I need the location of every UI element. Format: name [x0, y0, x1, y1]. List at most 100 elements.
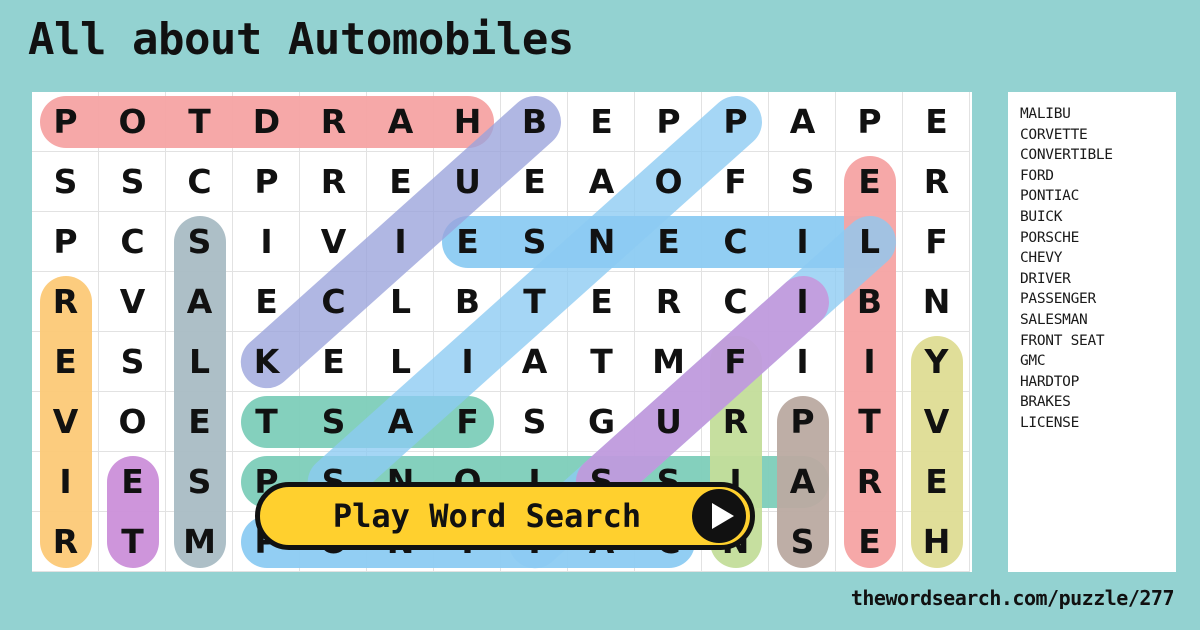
grid-letter: T [188, 102, 211, 141]
grid-letter: F [925, 222, 948, 261]
word-list-item: BUICK [1020, 208, 1063, 225]
grid-letter: N [587, 222, 616, 261]
word-list-item: CORVETTE [1020, 126, 1088, 143]
grid-letter: R [856, 462, 883, 501]
grid-letter: S [120, 342, 145, 381]
word-list-item: HARDTOP [1020, 373, 1080, 390]
grid-letter: T [255, 402, 278, 441]
grid-letter: P [656, 102, 681, 141]
grid-letter: R [722, 402, 749, 441]
grid-letter: G [587, 402, 616, 441]
grid-letter: E [255, 282, 278, 321]
grid-letter: I [863, 342, 876, 381]
grid-letter: N [922, 282, 951, 321]
word-list-item: FORD [1020, 167, 1054, 184]
grid-letter: M [652, 342, 685, 381]
grid-letter: Y [924, 342, 949, 381]
word-list-item: FRONT SEAT [1020, 332, 1105, 349]
word-list-panel: MALIBU CORVETTE CONVERTIBLE FORD PONTIAC BUIC… [1008, 92, 1176, 572]
grid-letter: I [260, 222, 273, 261]
grid-letter: E [858, 522, 881, 561]
grid-letter: L [389, 342, 412, 381]
site-url: thewordsearch.com/puzzle/277 [850, 586, 1175, 610]
grid-letter: O [118, 102, 147, 141]
grid-letter: T [523, 282, 546, 321]
grid-letter: S [522, 402, 547, 441]
grid-letter: C [723, 282, 748, 321]
grid-letter: E [188, 402, 211, 441]
grid-letter: E [54, 342, 77, 381]
grid-letter: F [724, 162, 747, 201]
word-list-item: LICENSE [1020, 414, 1080, 431]
word-list-item: CHEVY [1020, 250, 1063, 267]
grid-letter: E [590, 282, 613, 321]
grid-letter: C [120, 222, 145, 261]
grid-letter: A [387, 402, 414, 441]
grid-letter: E [925, 462, 948, 501]
word-list-item: SALESMAN [1020, 311, 1088, 328]
grid-letter: H [453, 102, 482, 141]
grid-letter: P [53, 102, 78, 141]
word-list-item: PORSCHE [1020, 229, 1080, 246]
grid-letter: I [796, 282, 809, 321]
word-list-item: DRIVER [1020, 270, 1071, 287]
word-list-items: MALIBU CORVETTE CONVERTIBLE FORD PONTIAC BUIC… [1020, 104, 1166, 434]
grid-letter: E [858, 162, 881, 201]
grid-letter: C [321, 282, 346, 321]
grid-letter: R [320, 102, 347, 141]
grid-letter: F [456, 402, 479, 441]
grid-letter: E [389, 162, 412, 201]
grid-letter: E [657, 222, 680, 261]
grid-letter: S [522, 222, 547, 261]
grid-letter: S [321, 402, 346, 441]
word-list-item: PASSENGER [1020, 291, 1096, 308]
grid-letter: C [723, 222, 748, 261]
grid-letter: I [461, 342, 474, 381]
grid-letter: A [521, 342, 548, 381]
grid-letter: D [252, 102, 281, 141]
grid-letter: A [387, 102, 414, 141]
grid-letter: M [183, 522, 216, 561]
play-button-label: Play Word Search [332, 497, 642, 535]
grid-letter: R [655, 282, 682, 321]
grid-letter: R [923, 162, 950, 201]
grid-letter: P [723, 102, 748, 141]
grid-letter: S [790, 522, 815, 561]
grid-letter: V [320, 222, 347, 261]
grid-letter: E [590, 102, 613, 141]
grid-letter: P [254, 162, 279, 201]
grid-letter: U [655, 402, 682, 441]
word-list-item: GMC [1020, 353, 1046, 370]
grid-letter: R [52, 522, 79, 561]
grid-letter: E [121, 462, 144, 501]
grid-letter: S [120, 162, 145, 201]
page-title: All about Automobiles [28, 14, 574, 65]
grid-letter: P [53, 222, 78, 261]
grid-letter: K [253, 342, 280, 381]
grid-letter: I [59, 462, 72, 501]
grid-letter: I [796, 222, 809, 261]
grid-letter: V [119, 282, 146, 321]
grid-letter: P [857, 102, 882, 141]
word-list-item: CONVERTIBLE [1020, 147, 1113, 164]
word-list-item: BRAKES [1020, 394, 1071, 411]
grid-letter: T [590, 342, 613, 381]
grid-letter: T [121, 522, 144, 561]
grid-letter: S [53, 162, 78, 201]
play-triangle-shape [711, 503, 734, 529]
grid-letter: B [521, 102, 548, 141]
grid-letter: L [188, 342, 211, 381]
play-triangle-icon [692, 489, 746, 543]
play-word-search-button[interactable]: Play Word Search [255, 482, 755, 550]
grid-letter: I [796, 342, 809, 381]
grid-letter: E [523, 162, 546, 201]
grid-letter: O [654, 162, 683, 201]
grid-letter: E [322, 342, 345, 381]
grid-letter: A [789, 462, 816, 501]
word-list-item: MALIBU [1020, 106, 1071, 122]
grid-letter: A [186, 282, 213, 321]
grid-letter: S [187, 462, 212, 501]
grid-letter: I [394, 222, 407, 261]
grid-letter: R [52, 282, 79, 321]
grid-letter: F [724, 342, 747, 381]
